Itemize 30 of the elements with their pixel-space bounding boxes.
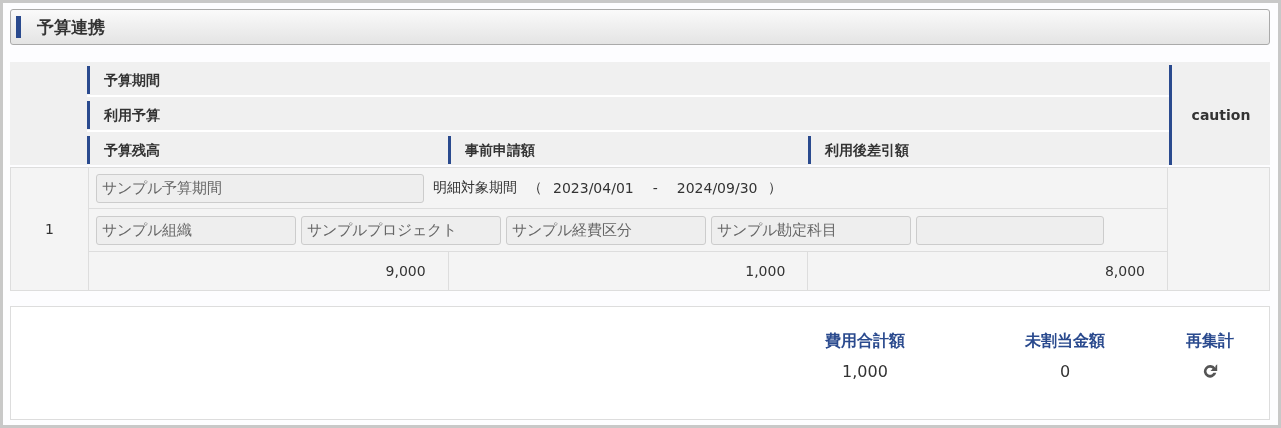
column-header: 予算残高 — [87, 136, 448, 164]
panel-title: 予算連携 — [37, 15, 105, 39]
amount-cell: 8,000 — [1104, 263, 1145, 279]
summary-value: 1,000 — [842, 362, 888, 381]
column-header: caution — [1191, 107, 1251, 123]
date-separator: - — [651, 180, 659, 196]
bracket-text: （ — [527, 179, 543, 197]
bracket-text: ） — [767, 179, 784, 197]
summary-label: 費用合計額 — [825, 331, 905, 352]
column-header: 利用予算 — [87, 101, 160, 129]
title-accent-bar — [16, 16, 21, 38]
summary-label: 未割当金額 — [1025, 331, 1105, 352]
summary-value: 0 — [1059, 362, 1071, 381]
period-label: 明細対象期間 — [433, 179, 517, 197]
column-header: 予算期間 — [87, 66, 160, 94]
row-number: 1 — [45, 221, 54, 237]
end-date: 2024/09/30 — [676, 180, 758, 196]
amount-cell: 1,000 — [745, 263, 786, 279]
input-field[interactable]: サンプル勘定科目 — [711, 215, 911, 245]
input-field[interactable]: サンプル経費区分 — [506, 215, 706, 245]
input-field[interactable]: サンプル組織 — [96, 215, 296, 245]
column-header: 利用後差引額 — [808, 136, 1169, 164]
period-field[interactable]: サンプル予算期間 — [96, 173, 424, 203]
summary-label: 再集計 — [1186, 331, 1234, 352]
start-date: 2023/04/01 — [553, 180, 634, 196]
refresh-icon[interactable] — [1201, 362, 1219, 380]
amount-cell: 9,000 — [385, 263, 426, 279]
input-field[interactable]: サンプルプロジェクト — [301, 215, 501, 245]
column-header: 事前申請額 — [447, 136, 809, 164]
input-field[interactable] — [916, 215, 1104, 245]
